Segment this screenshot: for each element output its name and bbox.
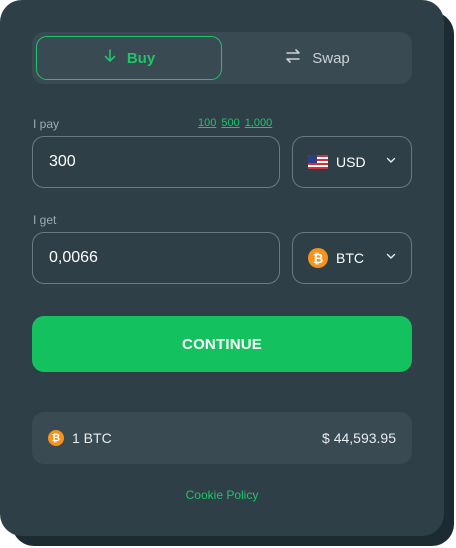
bitcoin-icon: ₿	[48, 430, 64, 446]
get-amount-input[interactable]	[49, 233, 249, 283]
bitcoin-icon: ₿	[308, 248, 328, 268]
pay-amount-field	[32, 136, 280, 188]
get-currency-select[interactable]: ₿ BTC	[292, 232, 412, 284]
mode-tabs: Buy Swap	[32, 32, 412, 84]
amount-presets: 100 500 1,000	[198, 117, 272, 129]
tab-buy-label: Buy	[126, 49, 156, 67]
get-amount-field	[32, 232, 280, 284]
exchange-rate-bar: ₿ 1 BTC $ 44,593.95	[32, 412, 412, 464]
widget-card: Buy Swap I pay 100 500 1,000 300 USD I g…	[0, 0, 444, 536]
pay-amount-input[interactable]	[49, 137, 249, 187]
swap-icon	[284, 48, 302, 68]
pay-currency-label: USD	[336, 154, 366, 170]
tab-swap-label: Swap	[312, 49, 350, 67]
cookie-policy-link[interactable]: Cookie Policy	[0, 488, 444, 502]
continue-button[interactable]: CONTINUE	[32, 316, 412, 372]
get-currency-label: BTC	[336, 250, 364, 266]
arrow-down-icon	[103, 49, 117, 67]
rate-unit: 1 BTC	[72, 430, 112, 446]
get-label: I get	[33, 213, 57, 227]
tab-buy[interactable]: Buy	[36, 36, 222, 80]
tab-swap[interactable]: Swap	[226, 36, 408, 80]
preset-1000[interactable]: 1,000	[245, 117, 273, 129]
chevron-down-icon	[385, 153, 397, 171]
chevron-down-icon	[385, 249, 397, 267]
rate-price: $ 44,593.95	[322, 430, 396, 446]
preset-100[interactable]: 100	[198, 117, 216, 129]
preset-500[interactable]: 500	[221, 117, 239, 129]
pay-currency-select[interactable]: USD	[292, 136, 412, 188]
pay-label: I pay	[33, 117, 60, 131]
us-flag-icon	[308, 155, 328, 169]
